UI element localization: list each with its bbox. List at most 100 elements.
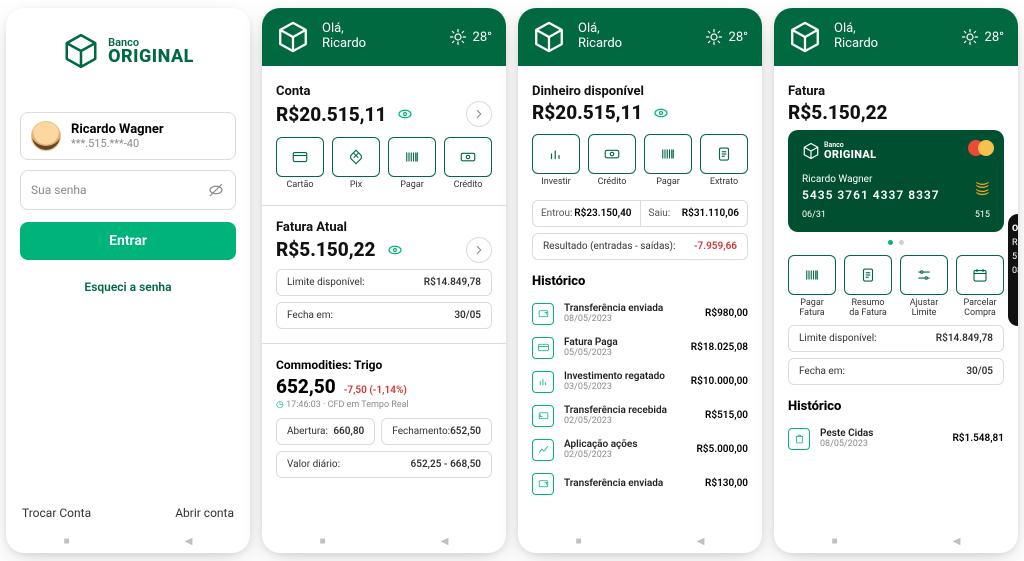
brand-logo: Banco ORIGINAL [6,8,250,94]
stock-icon [532,439,554,461]
credit-card[interactable]: Banco ORIGINAL Ricardo Wagner 5435 3761 … [788,130,1004,232]
commodity-timestamp: 17:46:03 · CFD em Tempo Real [276,400,492,410]
action-tile[interactable]: Resumoda Fatura [844,255,892,319]
tile-label: AjustarLimite [910,299,939,319]
sun-icon [449,28,467,46]
card-number: 5435 3761 4337 8337 [802,188,990,202]
fatura-amount: R$5.150,22 [788,101,888,124]
password-input[interactable]: Sua senha [20,170,236,210]
barcode-icon [388,137,436,177]
history-row[interactable]: Investimento regatado03/05/2023R$10.000,… [532,365,748,399]
action-tile[interactable]: Extrato [700,134,748,188]
barcode-icon [644,134,692,174]
header: Olá,Ricardo 28° [774,8,1018,66]
open-row: Abertura:660,80 [276,418,375,445]
action-tile[interactable]: ParcelarCompra [956,255,1004,319]
chart-icon [532,371,554,393]
nav-back-icon: ◀ [185,536,193,547]
user-chip[interactable]: Ricardo Wagner ***.515.***-40 [20,112,236,160]
chevron-icon[interactable] [466,237,492,263]
android-navbar: ■◀ [774,529,1018,553]
avatar [31,121,61,151]
tile-label: Extrato [710,178,738,188]
in-out-box: Entrou:R$23.150,40 Saiu:R$31.110,06 [532,200,748,227]
history-row[interactable]: Transferência enviadaR$130,00 [532,467,748,501]
tile-label: Cartão [287,181,314,191]
sun-icon [961,28,979,46]
history-title: Histórico [788,399,1004,414]
commodity-delta: -7,50 (-1,14%) [344,385,407,396]
greet-name: Ricardo [322,37,366,52]
tile-label: Pagar [656,178,680,188]
forgot-link[interactable]: Esqueci a senha [6,274,250,294]
sun-icon [705,28,723,46]
action-tile[interactable]: Crédito [444,137,492,191]
card-cvv: 515 [975,210,990,220]
history-row[interactable]: Peste Cidas08/05/2023R$1.548,81 [788,422,1004,456]
action-tiles: InvestirCrédito Pagar Extrato [532,134,748,188]
action-tile[interactable]: Crédito [588,134,636,188]
user-name: Ricardo Wagner [71,122,164,137]
doc-icon [844,255,892,295]
barcode-icon [788,255,836,295]
fatura-title: Fatura [788,84,1004,99]
close-row: Fecha em:30/05 [788,358,1004,385]
cube-icon [802,142,820,160]
action-tile[interactable]: Pix [332,137,380,191]
eye-icon[interactable] [396,105,414,123]
action-tiles: Cartão Pix Pagar Crédito [276,137,492,191]
next-card-peek[interactable]: OR Ric 517 08, [1008,214,1018,326]
chart-icon [532,134,580,174]
screen-card: Olá,Ricardo 28° Fatura R$5.150,22 Banco … [774,8,1018,553]
limit-row: Limite disponível:R$14.849,78 [276,269,492,296]
money-balance: R$20.515,11 [532,101,642,124]
switch-account-link[interactable]: Trocar Conta [22,506,91,520]
chevron-icon[interactable] [466,101,492,127]
user-doc: ***.515.***-40 [71,137,164,150]
action-tile[interactable]: Investir [532,134,580,188]
history-row[interactable]: Transferência enviada08/05/2023R$980,00 [532,297,748,331]
card-icon [276,137,324,177]
history-row[interactable]: Aplicação ações02/05/2023R$5.000,00 [532,433,748,467]
tile-label: Pagar [400,181,424,191]
login-button[interactable]: Entrar [20,222,236,260]
tile-label: Resumoda Fatura [849,299,887,319]
action-tile[interactable]: PagarFatura [788,255,836,319]
doc-icon [700,134,748,174]
eye-icon[interactable] [652,104,670,122]
action-tile[interactable]: Pagar [388,137,436,191]
screen-home: Olá,Ricardo 28° Conta R$20.515,11 Cartão… [262,8,506,553]
close-row: Fechamento:652,50 [381,418,492,445]
screen-login: Banco ORIGINAL Ricardo Wagner ***.515.**… [6,8,250,553]
history-list: Transferência enviada08/05/2023R$980,00F… [532,297,748,501]
money-icon [588,134,636,174]
tile-label: Pix [350,181,362,191]
mastercard-icon [968,140,994,156]
commodity-price: 652,50 [276,375,336,398]
android-navbar: ■◀ [518,529,762,553]
action-tile[interactable]: Pagar [644,134,692,188]
action-tile[interactable]: Cartão [276,137,324,191]
history-list: Peste Cidas08/05/2023R$1.548,81 [788,422,1004,456]
tile-label: ParcelarCompra [963,299,996,319]
history-row[interactable]: Fatura Paga05/05/2023R$18.025,08 [532,331,748,365]
header: Olá,Ricardo 28° [518,8,762,66]
password-placeholder: Sua senha [31,183,87,197]
eye-off-icon[interactable] [207,181,225,199]
open-account-link[interactable]: Abrir conta [175,506,234,520]
daily-row: Valor diário:652,25 - 668,50 [276,451,492,478]
greet-hello: Olá, [322,22,366,37]
history-title: Histórico [532,274,748,289]
account-balance: R$20.515,11 [276,103,386,126]
account-label: Conta [276,84,492,99]
contactless-icon: ⸩⸩ [973,181,992,195]
invoice-label: Fatura Atual [276,220,492,235]
cube-icon [62,32,100,70]
sliders-icon [900,255,948,295]
nav-square-icon: ■ [64,536,70,547]
history-row[interactable]: Transferência recebida02/05/2023R$515,00 [532,399,748,433]
action-tile[interactable]: AjustarLimite [900,255,948,319]
commodity-title: Commodities: Trigo [276,358,492,372]
eye-icon[interactable] [386,241,404,259]
send-icon [532,473,554,495]
